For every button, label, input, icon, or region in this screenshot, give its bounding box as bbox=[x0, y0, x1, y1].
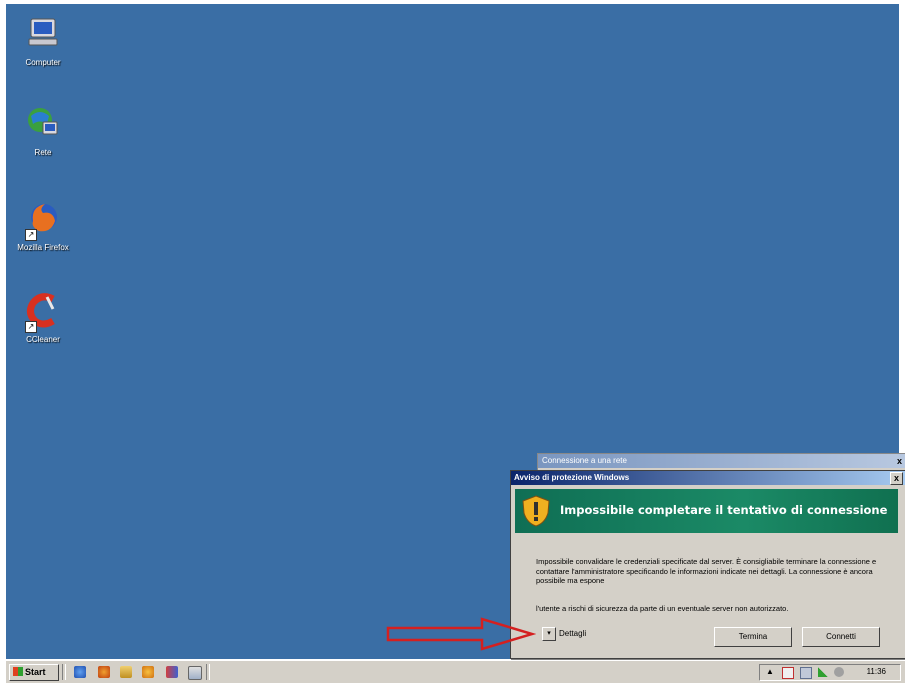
window-icon[interactable] bbox=[188, 666, 202, 680]
ccleaner-icon: ↗ bbox=[23, 291, 63, 333]
close-icon[interactable]: x bbox=[890, 472, 903, 485]
desktop-icon-label: CCleaner bbox=[26, 335, 60, 344]
desktop-icon-network[interactable]: Rete bbox=[8, 104, 78, 157]
annotation-arrow-icon bbox=[386, 617, 536, 651]
shield-warning-icon bbox=[522, 495, 550, 527]
desktop-icon-label: Mozilla Firefox bbox=[17, 243, 69, 252]
dialog-title: Avviso di protezione Windows bbox=[514, 473, 630, 482]
shortcut-arrow-icon: ↗ bbox=[25, 321, 37, 333]
shield-alert-icon[interactable] bbox=[782, 667, 794, 679]
volume-icon[interactable] bbox=[834, 667, 844, 677]
banner-title: Impossibile completare il tentativo di c… bbox=[560, 503, 888, 517]
computer-icon bbox=[23, 14, 63, 54]
desktop-icon-computer[interactable]: Computer bbox=[8, 14, 78, 67]
desktop-icon-ccleaner[interactable]: ↗ CCleaner bbox=[8, 291, 78, 344]
dialog-message-risk: l'utente a rischi di sicurezza da parte … bbox=[536, 604, 789, 613]
media-icon[interactable] bbox=[142, 666, 154, 678]
clock[interactable]: 11:36 bbox=[867, 667, 886, 676]
desktop-icon-label: Computer bbox=[25, 58, 61, 67]
connect-button[interactable]: Connetti bbox=[802, 627, 880, 647]
taskbar: Start ▲ 11:36 bbox=[6, 660, 905, 683]
details-toggle-button[interactable]: ▾ bbox=[542, 627, 556, 641]
shortcut-arrow-icon: ↗ bbox=[25, 229, 37, 241]
background-dialog-titlebar[interactable]: Connessione a una rete x bbox=[538, 454, 905, 468]
taskbar-separator bbox=[206, 664, 210, 680]
security-alert-dialog: Avviso di protezione Windows x Impossibi… bbox=[510, 470, 905, 659]
arrow-icon[interactable]: ▲ bbox=[766, 667, 776, 677]
system-tray: ▲ 11:36 bbox=[759, 664, 901, 681]
close-icon[interactable]: x bbox=[897, 454, 902, 468]
signal-icon[interactable] bbox=[818, 667, 828, 677]
start-label: Start bbox=[25, 667, 46, 677]
start-button[interactable]: Start bbox=[9, 664, 59, 681]
windows-logo-icon bbox=[13, 667, 23, 676]
network-icon bbox=[23, 104, 63, 144]
firefox-icon: ↗ bbox=[23, 199, 63, 241]
network-icon[interactable] bbox=[800, 667, 812, 679]
dialog-message: Impossibile convalidare le credenziali s… bbox=[536, 557, 877, 585]
background-dialog-title: Connessione a una rete bbox=[542, 456, 627, 465]
desktop-icon-firefox[interactable]: ↗ Mozilla Firefox bbox=[8, 199, 78, 252]
dialog-titlebar[interactable]: Avviso di protezione Windows x bbox=[511, 471, 905, 485]
chart-icon[interactable] bbox=[166, 666, 178, 678]
ie-icon[interactable] bbox=[74, 666, 86, 678]
firefox-icon[interactable] bbox=[98, 666, 110, 678]
folder-icon[interactable] bbox=[120, 666, 132, 678]
taskbar-separator bbox=[62, 664, 66, 680]
warning-banner: Impossibile completare il tentativo di c… bbox=[515, 489, 898, 533]
details-label[interactable]: Dettagli bbox=[559, 629, 586, 638]
terminate-button[interactable]: Termina bbox=[714, 627, 792, 647]
desktop-icon-label: Rete bbox=[34, 148, 52, 157]
